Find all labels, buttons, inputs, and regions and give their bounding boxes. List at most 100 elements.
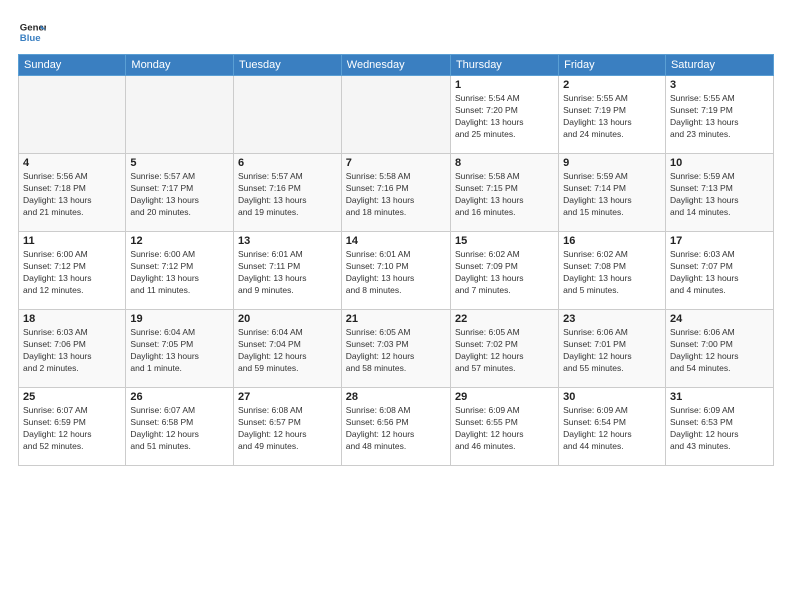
calendar-cell: 4 Sunrise: 5:56 AMSunset: 7:18 PMDaylight…	[19, 154, 126, 232]
calendar-cell: 31 Sunrise: 6:09 AMSunset: 6:53 PMDayligh…	[665, 388, 773, 466]
day-info: Sunrise: 6:08 AMSunset: 6:56 PMDaylight:…	[346, 405, 446, 453]
day-info: Sunrise: 6:05 AMSunset: 7:03 PMDaylight:…	[346, 327, 446, 375]
calendar-cell: 3 Sunrise: 5:55 AMSunset: 7:19 PMDaylight…	[665, 76, 773, 154]
day-info: Sunrise: 6:03 AMSunset: 7:07 PMDaylight:…	[670, 249, 769, 297]
weekday-header-thursday: Thursday	[450, 55, 558, 76]
day-info: Sunrise: 6:04 AMSunset: 7:04 PMDaylight:…	[238, 327, 337, 375]
svg-text:Blue: Blue	[20, 33, 41, 44]
calendar-cell: 5 Sunrise: 5:57 AMSunset: 7:17 PMDaylight…	[126, 154, 234, 232]
day-number: 9	[563, 157, 661, 169]
day-number: 7	[346, 157, 446, 169]
weekday-header-friday: Friday	[559, 55, 666, 76]
weekday-header-monday: Monday	[126, 55, 234, 76]
weekday-header-saturday: Saturday	[665, 55, 773, 76]
day-info: Sunrise: 5:59 AMSunset: 7:14 PMDaylight:…	[563, 171, 661, 219]
day-info: Sunrise: 6:02 AMSunset: 7:09 PMDaylight:…	[455, 249, 554, 297]
weekday-header-sunday: Sunday	[19, 55, 126, 76]
day-number: 18	[23, 313, 121, 325]
calendar-cell: 29Sunrise: 6:09 AMSunset: 6:55 PMDayligh…	[450, 388, 558, 466]
week-row-4: 18Sunrise: 6:03 AMSunset: 7:06 PMDayligh…	[19, 310, 774, 388]
day-info: Sunrise: 5:59 AMSunset: 7:13 PMDaylight:…	[670, 171, 769, 219]
calendar-cell: 30Sunrise: 6:09 AMSunset: 6:54 PMDayligh…	[559, 388, 666, 466]
calendar-table: SundayMondayTuesdayWednesdayThursdayFrid…	[18, 54, 774, 466]
day-number: 22	[455, 313, 554, 325]
weekday-header-tuesday: Tuesday	[233, 55, 341, 76]
day-number: 14	[346, 235, 446, 247]
day-number: 4	[23, 157, 121, 169]
calendar-cell: 7Sunrise: 5:58 AMSunset: 7:16 PMDaylight…	[341, 154, 450, 232]
day-info: Sunrise: 5:54 AMSunset: 7:20 PMDaylight:…	[455, 93, 554, 141]
calendar-cell: 28 Sunrise: 6:08 AMSunset: 6:56 PMDayligh…	[341, 388, 450, 466]
calendar-cell: 1 Sunrise: 5:54 AMSunset: 7:20 PMDaylight…	[450, 76, 558, 154]
day-number: 16	[563, 235, 661, 247]
calendar-cell: 16 Sunrise: 6:02 AMSunset: 7:08 PMDayligh…	[559, 232, 666, 310]
day-info: Sunrise: 6:00 AMSunset: 7:12 PMDaylight:…	[23, 249, 121, 297]
day-number: 3	[670, 79, 769, 91]
day-number: 11	[23, 235, 121, 247]
day-number: 13	[238, 235, 337, 247]
day-info: Sunrise: 6:09 AMSunset: 6:53 PMDaylight:…	[670, 405, 769, 453]
day-info: Sunrise: 5:58 AMSunset: 7:15 PMDaylight:…	[455, 171, 554, 219]
calendar-cell: 24 Sunrise: 6:06 AMSunset: 7:00 PMDayligh…	[665, 310, 773, 388]
calendar-cell: 9 Sunrise: 5:59 AMSunset: 7:14 PMDaylight…	[559, 154, 666, 232]
calendar-cell	[19, 76, 126, 154]
day-number: 5	[130, 157, 229, 169]
week-row-5: 25 Sunrise: 6:07 AMSunset: 6:59 PMDayligh…	[19, 388, 774, 466]
calendar-cell: 20 Sunrise: 6:04 AMSunset: 7:04 PMDayligh…	[233, 310, 341, 388]
day-info: Sunrise: 6:04 AMSunset: 7:05 PMDaylight:…	[130, 327, 229, 375]
day-number: 19	[130, 313, 229, 325]
calendar-cell: 8Sunrise: 5:58 AMSunset: 7:15 PMDaylight…	[450, 154, 558, 232]
logo-icon: General Blue	[18, 18, 46, 46]
calendar-cell: 10 Sunrise: 5:59 AMSunset: 7:13 PMDayligh…	[665, 154, 773, 232]
day-info: Sunrise: 6:00 AMSunset: 7:12 PMDaylight:…	[130, 249, 229, 297]
calendar-cell: 14 Sunrise: 6:01 AMSunset: 7:10 PMDayligh…	[341, 232, 450, 310]
day-number: 31	[670, 391, 769, 403]
week-row-3: 11 Sunrise: 6:00 AMSunset: 7:12 PMDayligh…	[19, 232, 774, 310]
day-number: 15	[455, 235, 554, 247]
day-info: Sunrise: 6:08 AMSunset: 6:57 PMDaylight:…	[238, 405, 337, 453]
calendar-cell: 18Sunrise: 6:03 AMSunset: 7:06 PMDayligh…	[19, 310, 126, 388]
calendar-cell: 13Sunrise: 6:01 AMSunset: 7:11 PMDayligh…	[233, 232, 341, 310]
calendar-cell: 27 Sunrise: 6:08 AMSunset: 6:57 PMDayligh…	[233, 388, 341, 466]
day-info: Sunrise: 5:55 AMSunset: 7:19 PMDaylight:…	[670, 93, 769, 141]
day-info: Sunrise: 6:06 AMSunset: 7:00 PMDaylight:…	[670, 327, 769, 375]
day-info: Sunrise: 6:05 AMSunset: 7:02 PMDaylight:…	[455, 327, 554, 375]
day-info: Sunrise: 5:56 AMSunset: 7:18 PMDaylight:…	[23, 171, 121, 219]
calendar-cell: 22 Sunrise: 6:05 AMSunset: 7:02 PMDayligh…	[450, 310, 558, 388]
day-info: Sunrise: 6:09 AMSunset: 6:55 PMDaylight:…	[455, 405, 554, 453]
day-number: 1	[455, 79, 554, 91]
weekday-header-wednesday: Wednesday	[341, 55, 450, 76]
day-number: 25	[23, 391, 121, 403]
logo: General Blue	[18, 18, 28, 46]
day-number: 24	[670, 313, 769, 325]
calendar-cell: 26 Sunrise: 6:07 AMSunset: 6:58 PMDayligh…	[126, 388, 234, 466]
day-number: 17	[670, 235, 769, 247]
day-number: 28	[346, 391, 446, 403]
day-info: Sunrise: 6:07 AMSunset: 6:58 PMDaylight:…	[130, 405, 229, 453]
calendar-cell: 2Sunrise: 5:55 AMSunset: 7:19 PMDaylight…	[559, 76, 666, 154]
header: General Blue	[18, 18, 774, 46]
day-number: 30	[563, 391, 661, 403]
calendar-cell: 25 Sunrise: 6:07 AMSunset: 6:59 PMDayligh…	[19, 388, 126, 466]
day-number: 10	[670, 157, 769, 169]
day-number: 20	[238, 313, 337, 325]
calendar-cell: 12 Sunrise: 6:00 AMSunset: 7:12 PMDayligh…	[126, 232, 234, 310]
day-info: Sunrise: 5:55 AMSunset: 7:19 PMDaylight:…	[563, 93, 661, 141]
week-row-1: 1 Sunrise: 5:54 AMSunset: 7:20 PMDaylight…	[19, 76, 774, 154]
day-number: 12	[130, 235, 229, 247]
calendar-cell: 11 Sunrise: 6:00 AMSunset: 7:12 PMDayligh…	[19, 232, 126, 310]
day-info: Sunrise: 6:01 AMSunset: 7:10 PMDaylight:…	[346, 249, 446, 297]
day-info: Sunrise: 6:07 AMSunset: 6:59 PMDaylight:…	[23, 405, 121, 453]
calendar-page: General Blue SundayMondayTuesdayWednesda…	[0, 0, 792, 612]
calendar-cell	[341, 76, 450, 154]
day-number: 27	[238, 391, 337, 403]
day-number: 23	[563, 313, 661, 325]
day-info: Sunrise: 6:02 AMSunset: 7:08 PMDaylight:…	[563, 249, 661, 297]
week-row-2: 4 Sunrise: 5:56 AMSunset: 7:18 PMDaylight…	[19, 154, 774, 232]
calendar-cell: 23Sunrise: 6:06 AMSunset: 7:01 PMDayligh…	[559, 310, 666, 388]
day-number: 26	[130, 391, 229, 403]
calendar-cell: 21Sunrise: 6:05 AMSunset: 7:03 PMDayligh…	[341, 310, 450, 388]
calendar-cell	[126, 76, 234, 154]
day-info: Sunrise: 5:57 AMSunset: 7:17 PMDaylight:…	[130, 171, 229, 219]
day-number: 6	[238, 157, 337, 169]
